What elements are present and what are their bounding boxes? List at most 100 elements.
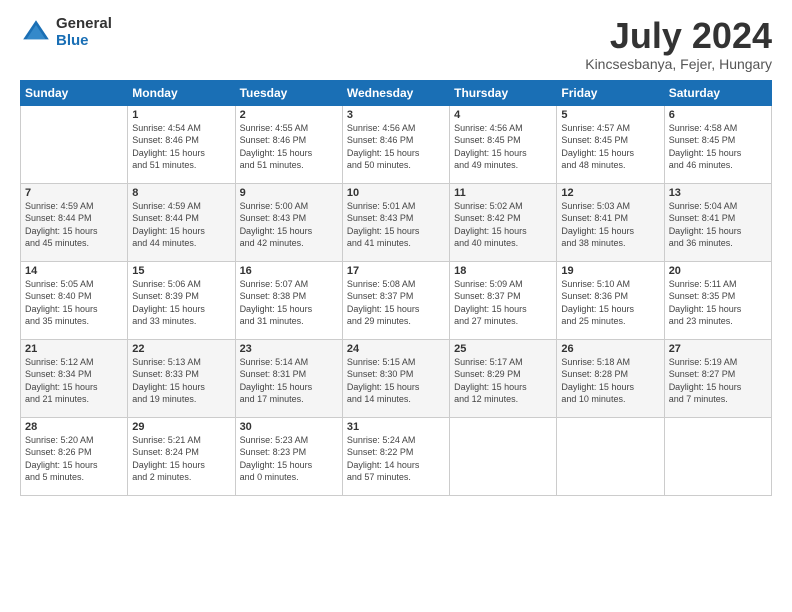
col-header-saturday: Saturday bbox=[664, 80, 771, 105]
day-number: 2 bbox=[240, 109, 338, 121]
calendar-week-row: 1Sunrise: 4:54 AM Sunset: 8:46 PM Daylig… bbox=[21, 105, 772, 183]
calendar-cell: 2Sunrise: 4:55 AM Sunset: 8:46 PM Daylig… bbox=[235, 105, 342, 183]
calendar-cell: 17Sunrise: 5:08 AM Sunset: 8:37 PM Dayli… bbox=[342, 261, 449, 339]
col-header-thursday: Thursday bbox=[450, 80, 557, 105]
calendar-cell: 23Sunrise: 5:14 AM Sunset: 8:31 PM Dayli… bbox=[235, 339, 342, 417]
calendar-cell bbox=[664, 417, 771, 495]
calendar-cell: 13Sunrise: 5:04 AM Sunset: 8:41 PM Dayli… bbox=[664, 183, 771, 261]
day-number: 11 bbox=[454, 187, 552, 199]
subtitle: Kincsesbanya, Fejer, Hungary bbox=[585, 56, 772, 72]
day-info: Sunrise: 5:15 AM Sunset: 8:30 PM Dayligh… bbox=[347, 356, 445, 406]
calendar-week-row: 14Sunrise: 5:05 AM Sunset: 8:40 PM Dayli… bbox=[21, 261, 772, 339]
calendar-table: SundayMondayTuesdayWednesdayThursdayFrid… bbox=[20, 80, 772, 496]
day-number: 15 bbox=[132, 265, 230, 277]
calendar-cell: 22Sunrise: 5:13 AM Sunset: 8:33 PM Dayli… bbox=[128, 339, 235, 417]
calendar-cell: 28Sunrise: 5:20 AM Sunset: 8:26 PM Dayli… bbox=[21, 417, 128, 495]
col-header-wednesday: Wednesday bbox=[342, 80, 449, 105]
logo: General Blue bbox=[20, 16, 112, 49]
calendar-cell: 16Sunrise: 5:07 AM Sunset: 8:38 PM Dayli… bbox=[235, 261, 342, 339]
calendar-cell: 29Sunrise: 5:21 AM Sunset: 8:24 PM Dayli… bbox=[128, 417, 235, 495]
calendar-cell: 10Sunrise: 5:01 AM Sunset: 8:43 PM Dayli… bbox=[342, 183, 449, 261]
day-info: Sunrise: 5:03 AM Sunset: 8:41 PM Dayligh… bbox=[561, 200, 659, 250]
calendar-cell: 18Sunrise: 5:09 AM Sunset: 8:37 PM Dayli… bbox=[450, 261, 557, 339]
day-number: 10 bbox=[347, 187, 445, 199]
day-number: 7 bbox=[25, 187, 123, 199]
day-info: Sunrise: 5:14 AM Sunset: 8:31 PM Dayligh… bbox=[240, 356, 338, 406]
calendar-cell: 24Sunrise: 5:15 AM Sunset: 8:30 PM Dayli… bbox=[342, 339, 449, 417]
day-number: 27 bbox=[669, 343, 767, 355]
main-title: July 2024 bbox=[585, 16, 772, 56]
day-number: 1 bbox=[132, 109, 230, 121]
day-info: Sunrise: 5:12 AM Sunset: 8:34 PM Dayligh… bbox=[25, 356, 123, 406]
calendar-cell bbox=[557, 417, 664, 495]
calendar-cell: 5Sunrise: 4:57 AM Sunset: 8:45 PM Daylig… bbox=[557, 105, 664, 183]
day-number: 23 bbox=[240, 343, 338, 355]
day-info: Sunrise: 4:56 AM Sunset: 8:46 PM Dayligh… bbox=[347, 122, 445, 172]
calendar-cell: 31Sunrise: 5:24 AM Sunset: 8:22 PM Dayli… bbox=[342, 417, 449, 495]
logo-icon bbox=[20, 17, 52, 49]
day-number: 20 bbox=[669, 265, 767, 277]
day-number: 21 bbox=[25, 343, 123, 355]
day-info: Sunrise: 5:18 AM Sunset: 8:28 PM Dayligh… bbox=[561, 356, 659, 406]
calendar-cell: 3Sunrise: 4:56 AM Sunset: 8:46 PM Daylig… bbox=[342, 105, 449, 183]
calendar-cell: 12Sunrise: 5:03 AM Sunset: 8:41 PM Dayli… bbox=[557, 183, 664, 261]
day-number: 19 bbox=[561, 265, 659, 277]
day-info: Sunrise: 5:19 AM Sunset: 8:27 PM Dayligh… bbox=[669, 356, 767, 406]
day-number: 13 bbox=[669, 187, 767, 199]
calendar-cell: 4Sunrise: 4:56 AM Sunset: 8:45 PM Daylig… bbox=[450, 105, 557, 183]
day-number: 17 bbox=[347, 265, 445, 277]
day-info: Sunrise: 4:57 AM Sunset: 8:45 PM Dayligh… bbox=[561, 122, 659, 172]
day-info: Sunrise: 5:09 AM Sunset: 8:37 PM Dayligh… bbox=[454, 278, 552, 328]
day-info: Sunrise: 5:08 AM Sunset: 8:37 PM Dayligh… bbox=[347, 278, 445, 328]
day-info: Sunrise: 5:06 AM Sunset: 8:39 PM Dayligh… bbox=[132, 278, 230, 328]
day-info: Sunrise: 5:01 AM Sunset: 8:43 PM Dayligh… bbox=[347, 200, 445, 250]
calendar-cell: 1Sunrise: 4:54 AM Sunset: 8:46 PM Daylig… bbox=[128, 105, 235, 183]
day-number: 26 bbox=[561, 343, 659, 355]
page: General Blue July 2024 Kincsesbanya, Fej… bbox=[0, 0, 792, 612]
day-info: Sunrise: 5:20 AM Sunset: 8:26 PM Dayligh… bbox=[25, 434, 123, 484]
day-info: Sunrise: 5:23 AM Sunset: 8:23 PM Dayligh… bbox=[240, 434, 338, 484]
day-info: Sunrise: 4:54 AM Sunset: 8:46 PM Dayligh… bbox=[132, 122, 230, 172]
day-info: Sunrise: 4:55 AM Sunset: 8:46 PM Dayligh… bbox=[240, 122, 338, 172]
day-info: Sunrise: 5:04 AM Sunset: 8:41 PM Dayligh… bbox=[669, 200, 767, 250]
day-number: 28 bbox=[25, 421, 123, 433]
col-header-monday: Monday bbox=[128, 80, 235, 105]
day-number: 29 bbox=[132, 421, 230, 433]
calendar-cell: 20Sunrise: 5:11 AM Sunset: 8:35 PM Dayli… bbox=[664, 261, 771, 339]
day-info: Sunrise: 5:11 AM Sunset: 8:35 PM Dayligh… bbox=[669, 278, 767, 328]
day-info: Sunrise: 5:05 AM Sunset: 8:40 PM Dayligh… bbox=[25, 278, 123, 328]
calendar-cell: 9Sunrise: 5:00 AM Sunset: 8:43 PM Daylig… bbox=[235, 183, 342, 261]
calendar-cell: 30Sunrise: 5:23 AM Sunset: 8:23 PM Dayli… bbox=[235, 417, 342, 495]
calendar-cell: 11Sunrise: 5:02 AM Sunset: 8:42 PM Dayli… bbox=[450, 183, 557, 261]
day-info: Sunrise: 5:13 AM Sunset: 8:33 PM Dayligh… bbox=[132, 356, 230, 406]
logo-general: General bbox=[56, 16, 112, 33]
day-number: 24 bbox=[347, 343, 445, 355]
day-number: 14 bbox=[25, 265, 123, 277]
header: General Blue July 2024 Kincsesbanya, Fej… bbox=[20, 16, 772, 72]
day-info: Sunrise: 4:59 AM Sunset: 8:44 PM Dayligh… bbox=[132, 200, 230, 250]
calendar-cell: 27Sunrise: 5:19 AM Sunset: 8:27 PM Dayli… bbox=[664, 339, 771, 417]
day-number: 8 bbox=[132, 187, 230, 199]
calendar-cell bbox=[450, 417, 557, 495]
calendar-cell: 15Sunrise: 5:06 AM Sunset: 8:39 PM Dayli… bbox=[128, 261, 235, 339]
day-info: Sunrise: 4:56 AM Sunset: 8:45 PM Dayligh… bbox=[454, 122, 552, 172]
day-info: Sunrise: 5:21 AM Sunset: 8:24 PM Dayligh… bbox=[132, 434, 230, 484]
day-info: Sunrise: 5:10 AM Sunset: 8:36 PM Dayligh… bbox=[561, 278, 659, 328]
day-number: 31 bbox=[347, 421, 445, 433]
calendar-cell: 6Sunrise: 4:58 AM Sunset: 8:45 PM Daylig… bbox=[664, 105, 771, 183]
day-number: 3 bbox=[347, 109, 445, 121]
calendar-week-row: 7 Sunrise: 4:59 AM Sunset: 8:44 PM Daylig… bbox=[21, 183, 772, 261]
day-info: Sunrise: 4:58 AM Sunset: 8:45 PM Dayligh… bbox=[669, 122, 767, 172]
day-number: 25 bbox=[454, 343, 552, 355]
calendar-cell: 25Sunrise: 5:17 AM Sunset: 8:29 PM Dayli… bbox=[450, 339, 557, 417]
day-info: Sunrise: 5:17 AM Sunset: 8:29 PM Dayligh… bbox=[454, 356, 552, 406]
day-number: 6 bbox=[669, 109, 767, 121]
day-info: Sunrise: 5:07 AM Sunset: 8:38 PM Dayligh… bbox=[240, 278, 338, 328]
title-section: July 2024 Kincsesbanya, Fejer, Hungary bbox=[585, 16, 772, 72]
col-header-friday: Friday bbox=[557, 80, 664, 105]
calendar-cell bbox=[21, 105, 128, 183]
calendar-cell: 8Sunrise: 4:59 AM Sunset: 8:44 PM Daylig… bbox=[128, 183, 235, 261]
day-info: Sunrise: 5:02 AM Sunset: 8:42 PM Dayligh… bbox=[454, 200, 552, 250]
calendar-header-row: SundayMondayTuesdayWednesdayThursdayFrid… bbox=[21, 80, 772, 105]
day-number: 30 bbox=[240, 421, 338, 433]
